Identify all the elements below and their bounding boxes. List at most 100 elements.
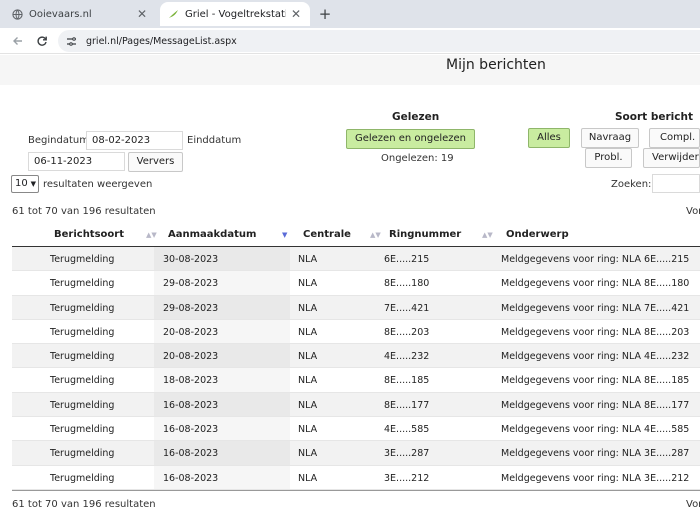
einddatum-label: Einddatum <box>187 135 242 146</box>
ververs-button[interactable]: Ververs <box>128 152 183 172</box>
cell-berichtsoort: Terugmelding <box>50 302 115 314</box>
filter-navraag-button[interactable]: Navraag <box>581 128 639 148</box>
header-berichtsoort[interactable]: Berichtsoort <box>54 229 124 240</box>
cell-onderwerp: Meldgegevens voor ring: NLA 8E.....203 <box>501 326 690 338</box>
browser-toolbar: griel.nl/Pages/MessageList.aspx <box>0 28 700 54</box>
cell-ringnummer: 6E.....215 <box>384 254 430 265</box>
filter-verwijderd-button[interactable]: Verwijderd <box>643 148 700 168</box>
table-row[interactable]: Terugmelding 29-08-2023 NLA 8E.....180 Meldg… <box>12 271 700 296</box>
sort-icon[interactable]: ▲▼ <box>482 231 493 239</box>
cell-onderwerp: Meldgegevens voor ring: NLA 7E.....421 <box>501 302 690 314</box>
cell-onderwerp: Meldgegevens voor ring: NLA 8E.....180 <box>501 278 690 290</box>
cell-onderwerp: Meldgegevens voor ring: NLA 8E.....185 <box>501 375 690 387</box>
cell-onderwerp: Meldgegevens voor ring: NLA 4E.....585 <box>501 424 690 436</box>
header-ringnummer[interactable]: Ringnummer <box>389 229 461 240</box>
cell-aanmaakdatum: 29-08-2023 <box>163 302 219 314</box>
cell-berichtsoort: Terugmelding <box>50 375 115 387</box>
page-size-select[interactable]: 10 ▼ <box>11 175 39 193</box>
address-bar[interactable]: griel.nl/Pages/MessageList.aspx <box>58 30 700 52</box>
sort-icon[interactable]: ▲▼ <box>146 231 157 239</box>
gelezen-heading: Gelezen <box>392 111 440 123</box>
cell-onderwerp: Meldgegevens voor ring: NLA 3E.....287 <box>501 448 690 460</box>
cell-aanmaakdatum: 16-08-2023 <box>163 399 219 411</box>
browser-tab-ooievaars[interactable]: Ooievaars.nl ✕ <box>4 2 156 26</box>
table-body: Terugmelding 30-08-2023 NLA 6E.....215 Meldg… <box>12 247 700 490</box>
url-text: griel.nl/Pages/MessageList.aspx <box>86 35 237 47</box>
close-tab-icon[interactable]: ✕ <box>136 7 148 21</box>
tab-title: Ooievaars.nl <box>29 8 92 20</box>
cell-aanmaakdatum: 16-08-2023 <box>163 424 219 436</box>
chevron-down-icon: ▼ <box>30 180 36 188</box>
soort-bericht-heading: Soort bericht <box>615 111 693 123</box>
cell-centrale: NLA <box>298 351 318 363</box>
cell-ringnummer: 3E.....212 <box>384 472 430 484</box>
results-info-bottom: 61 tot 70 van 196 resultaten <box>12 499 156 510</box>
table-row[interactable]: Terugmelding 20-08-2023 NLA 4E.....232 Meldg… <box>12 344 700 369</box>
table-row[interactable]: Terugmelding 29-08-2023 NLA 7E.....421 Meldg… <box>12 295 700 320</box>
cell-centrale: NLA <box>298 326 318 338</box>
cell-berichtsoort: Terugmelding <box>50 424 115 436</box>
griel-bird-icon <box>168 9 179 20</box>
messages-table: Berichtsoort ▲▼ Aanmaakdatum ▼ Centrale … <box>12 223 700 491</box>
cell-ringnummer: 3E.....287 <box>384 448 430 460</box>
cell-aanmaakdatum: 16-08-2023 <box>163 448 219 460</box>
close-tab-icon[interactable]: ✕ <box>290 7 302 21</box>
table-row[interactable]: Terugmelding 16-08-2023 NLA 3E.....212 Meldg… <box>12 466 700 490</box>
cell-aanmaakdatum: 16-08-2023 <box>163 472 219 484</box>
page-header-band <box>0 55 700 85</box>
table-footer-line <box>12 489 700 491</box>
sort-desc-icon[interactable]: ▼ <box>282 231 287 239</box>
cell-onderwerp: Meldgegevens voor ring: NLA 3E.....212 <box>501 472 690 484</box>
reload-icon[interactable] <box>33 32 51 50</box>
filter-compl-button[interactable]: Compl. <box>649 128 700 148</box>
header-centrale[interactable]: Centrale <box>303 229 351 240</box>
browser-tab-griel[interactable]: Griel - Vogeltrekstation Neder ✕ <box>160 2 310 26</box>
cell-ringnummer: 8E.....185 <box>384 375 430 387</box>
filter-probl-button[interactable]: Probl. <box>585 148 632 168</box>
begindatum-label: Begindatum <box>28 135 89 146</box>
site-settings-icon[interactable] <box>64 34 78 48</box>
cell-centrale: NLA <box>298 424 318 436</box>
ongelezen-count: Ongelezen: 19 <box>381 153 454 164</box>
pager-top[interactable]: Vor <box>686 206 700 217</box>
filter-alles-button[interactable]: Alles <box>528 128 570 148</box>
cell-ringnummer: 8E.....177 <box>384 399 430 411</box>
cell-ringnummer: 8E.....203 <box>384 326 430 338</box>
table-row[interactable]: Terugmelding 18-08-2023 NLA 8E.....185 Meldg… <box>12 368 700 393</box>
cell-aanmaakdatum: 20-08-2023 <box>163 351 219 363</box>
cell-centrale: NLA <box>298 254 318 265</box>
pager-bottom[interactable]: Vor <box>686 499 700 510</box>
browser-tab-strip: Ooievaars.nl ✕ Griel - Vogeltrekstation … <box>0 0 700 28</box>
cell-berichtsoort: Terugmelding <box>50 254 115 265</box>
header-onderwerp[interactable]: Onderwerp <box>506 229 569 240</box>
einddatum-input[interactable]: 06-11-2023 <box>28 152 125 171</box>
cell-berichtsoort: Terugmelding <box>50 278 115 290</box>
page-size-suffix: resultaten weergeven <box>43 179 153 190</box>
table-row[interactable]: Terugmelding 16-08-2023 NLA 8E.....177 Meldg… <box>12 392 700 418</box>
cell-aanmaakdatum: 30-08-2023 <box>163 254 219 265</box>
back-icon[interactable] <box>9 32 27 50</box>
cell-berichtsoort: Terugmelding <box>50 472 115 484</box>
search-input[interactable] <box>652 174 700 193</box>
results-info-top: 61 tot 70 van 196 resultaten <box>12 206 156 217</box>
table-row[interactable]: Terugmelding 16-08-2023 NLA 4E.....585 Meldg… <box>12 417 700 442</box>
cell-ringnummer: 7E.....421 <box>384 302 430 314</box>
table-row[interactable]: Terugmelding 16-08-2023 NLA 3E.....287 Meldg… <box>12 441 700 466</box>
cell-centrale: NLA <box>298 302 318 314</box>
table-row[interactable]: Terugmelding 20-08-2023 NLA 8E.....203 Meldg… <box>12 320 700 345</box>
page-title: Mijn berichten <box>446 57 546 73</box>
tab-title: Griel - Vogeltrekstation Neder <box>185 8 286 20</box>
cell-centrale: NLA <box>298 399 318 411</box>
cell-berichtsoort: Terugmelding <box>50 351 115 363</box>
begindatum-input[interactable]: 08-02-2023 <box>86 131 183 150</box>
cell-centrale: NLA <box>298 472 318 484</box>
table-row[interactable]: Terugmelding 30-08-2023 NLA 6E.....215 Meldg… <box>12 247 700 272</box>
new-tab-button[interactable]: + <box>316 4 334 24</box>
cell-berichtsoort: Terugmelding <box>50 326 115 338</box>
cell-onderwerp: Meldgegevens voor ring: NLA 6E.....215 <box>501 254 690 265</box>
page-size-value: 10 <box>15 178 28 189</box>
search-label: Zoeken: <box>611 179 652 190</box>
gelezen-filter-button[interactable]: Gelezen en ongelezen <box>346 129 475 149</box>
header-aanmaakdatum[interactable]: Aanmaakdatum <box>168 229 256 240</box>
sort-icon[interactable]: ▲▼ <box>370 231 381 239</box>
